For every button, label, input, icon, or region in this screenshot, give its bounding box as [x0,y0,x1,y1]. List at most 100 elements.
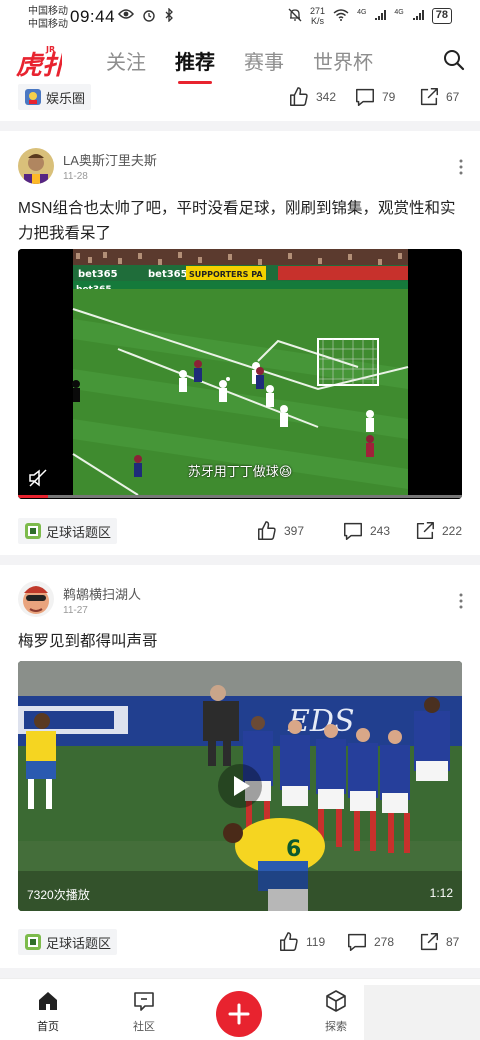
search-icon[interactable] [442,48,466,72]
community-icon [134,992,154,1011]
post-text[interactable]: 梅罗见到都得叫声哥 [18,629,464,654]
logo-badge: JR [45,45,55,54]
feed-divider [0,555,480,565]
community-name: 娱乐圈 [46,90,86,106]
video-player[interactable]: EDS 6 7320次播放 1:12 [18,661,462,911]
signal-2-label: 4G [394,8,404,16]
share-count: 67 [446,90,460,104]
battery-indicator: 78 [431,8,452,24]
tab-matches[interactable]: 赛事 [244,46,284,82]
author-name[interactable]: LA奥斯汀里夫斯 [63,150,157,169]
comment-count: 79 [382,90,396,104]
post-date: 11-27 [63,605,88,616]
status-icons-left [118,7,174,25]
like-button[interactable]: 397 [256,520,322,542]
nav-item-explore[interactable]: 探索 [314,989,358,1034]
share-button[interactable]: 87 [418,931,462,953]
feed-divider [0,968,480,978]
community-chip[interactable]: 足球话题区 [18,518,118,544]
feed-post[interactable]: LA奥斯汀里夫斯 11-28 MSN组合也太帅了吧，平时没看足球，刚刷到锦集，观… [0,131,480,555]
signal-1-label: 4G [357,8,367,16]
ad-board-2: bet365 [148,269,188,280]
video-thumbnail: EDS 6 [18,661,462,911]
partial-post-footer: 娱乐圈 342 79 67 [0,82,480,116]
comment-count: 243 [370,524,391,538]
post-text[interactable]: MSN组合也太帅了吧，平时没看足球，刚刷到锦集，观赏性和实力把我看呆了 [18,196,464,246]
community-name: 足球话题区 [46,935,112,951]
like-count: 397 [284,524,305,538]
bottom-navigation: 首页 社区 探索 [0,978,480,1040]
share-icon [420,933,438,951]
community-chip[interactable]: 足球话题区 [18,929,118,955]
entertainment-community-icon [24,88,42,106]
bluetooth-icon [164,7,174,25]
eye-icon [118,8,134,25]
nav-item-home[interactable]: 首页 [26,989,70,1034]
post-date: 11-28 [63,171,88,182]
video-duration: 1:12 [429,886,453,900]
carrier-1: 中国移动 [28,6,68,17]
carrier-labels: 中国移动 中国移动 [28,5,68,31]
like-button[interactable]: 342 [288,86,354,108]
author-name[interactable]: 鹈鹕横扫湖人 [63,584,141,603]
like-count: 119 [306,935,326,949]
comment-icon [348,933,366,951]
feed-post[interactable]: 鹈鹕横扫湖人 11-27 梅罗见到都得叫声哥 EDS 6 7320次播放 1:1… [0,565,480,970]
community-chip[interactable]: 娱乐圈 [18,84,92,110]
feed-tabs: 关注 推荐 赛事 世界杯 [106,46,373,84]
football-community-icon [24,933,42,951]
thumbs-up-icon [290,87,308,106]
video-caption: 苏牙用丁丁做球😆 [187,465,293,480]
tab-follow[interactable]: 关注 [106,46,146,82]
post-actions: 342 79 67 [288,86,462,108]
hupu-logo[interactable]: 虎扑 JR [16,42,70,81]
player-number: 6 [286,837,301,862]
nav-label: 社区 [133,1021,155,1033]
mute-icon[interactable] [28,468,48,488]
share-icon [420,88,438,106]
comment-icon [356,88,374,106]
carrier-2: 中国移动 [28,19,68,30]
explore-icon [326,990,346,1012]
signal-2-icon [412,9,424,24]
status-bar: 中国移动 中国移动 09:44 271 K/s 4G 4G 78 [0,0,480,36]
nav-label: 探索 [325,1021,347,1033]
more-options-icon[interactable] [458,593,464,609]
nav-label: 首页 [37,1021,59,1033]
alarm-icon [142,8,156,25]
net-speed-unit: K/s [311,16,325,26]
clock: 09:44 [70,7,116,26]
net-speed-value: 271 [310,6,326,16]
share-count: 222 [441,524,462,538]
wifi-icon [333,8,349,24]
share-button[interactable]: 67 [418,86,462,108]
status-icons-right: 271 K/s 4G 4G 78 [288,6,452,26]
tab-world-cup[interactable]: 世界杯 [313,46,373,82]
network-speed: 271 K/s [310,6,325,26]
avatar[interactable] [18,581,54,617]
plus-icon [228,1003,250,1025]
video-player[interactable]: bet365 bet365 SUPPORTERS PA bet365 [18,249,462,499]
thumbs-up-icon [280,932,298,951]
comment-button[interactable]: 278 [346,931,416,953]
avatar[interactable] [18,148,54,184]
post-actions: 397 243 222 [256,520,462,542]
community-name: 足球话题区 [46,524,112,540]
share-icon [416,522,434,540]
tab-recommend[interactable]: 推荐 [175,46,215,84]
more-options-icon[interactable] [458,159,464,175]
comment-button[interactable]: 79 [354,86,418,108]
top-navigation: 虎扑 JR 关注 推荐 赛事 世界杯 [0,36,480,86]
ad-board-3: SUPPORTERS PA [189,270,263,279]
comment-button[interactable]: 243 [342,520,412,542]
post-actions: 119 278 87 [278,931,462,953]
football-community-icon [24,522,42,540]
like-button[interactable]: 119 [278,931,344,953]
nav-item-community[interactable]: 社区 [122,989,166,1034]
overlay-panel [364,985,480,1040]
share-button[interactable]: 222 [414,520,462,542]
like-count: 342 [316,90,337,104]
create-post-button[interactable] [216,991,262,1037]
feed-divider [0,121,480,131]
thumbs-up-icon [258,521,276,540]
